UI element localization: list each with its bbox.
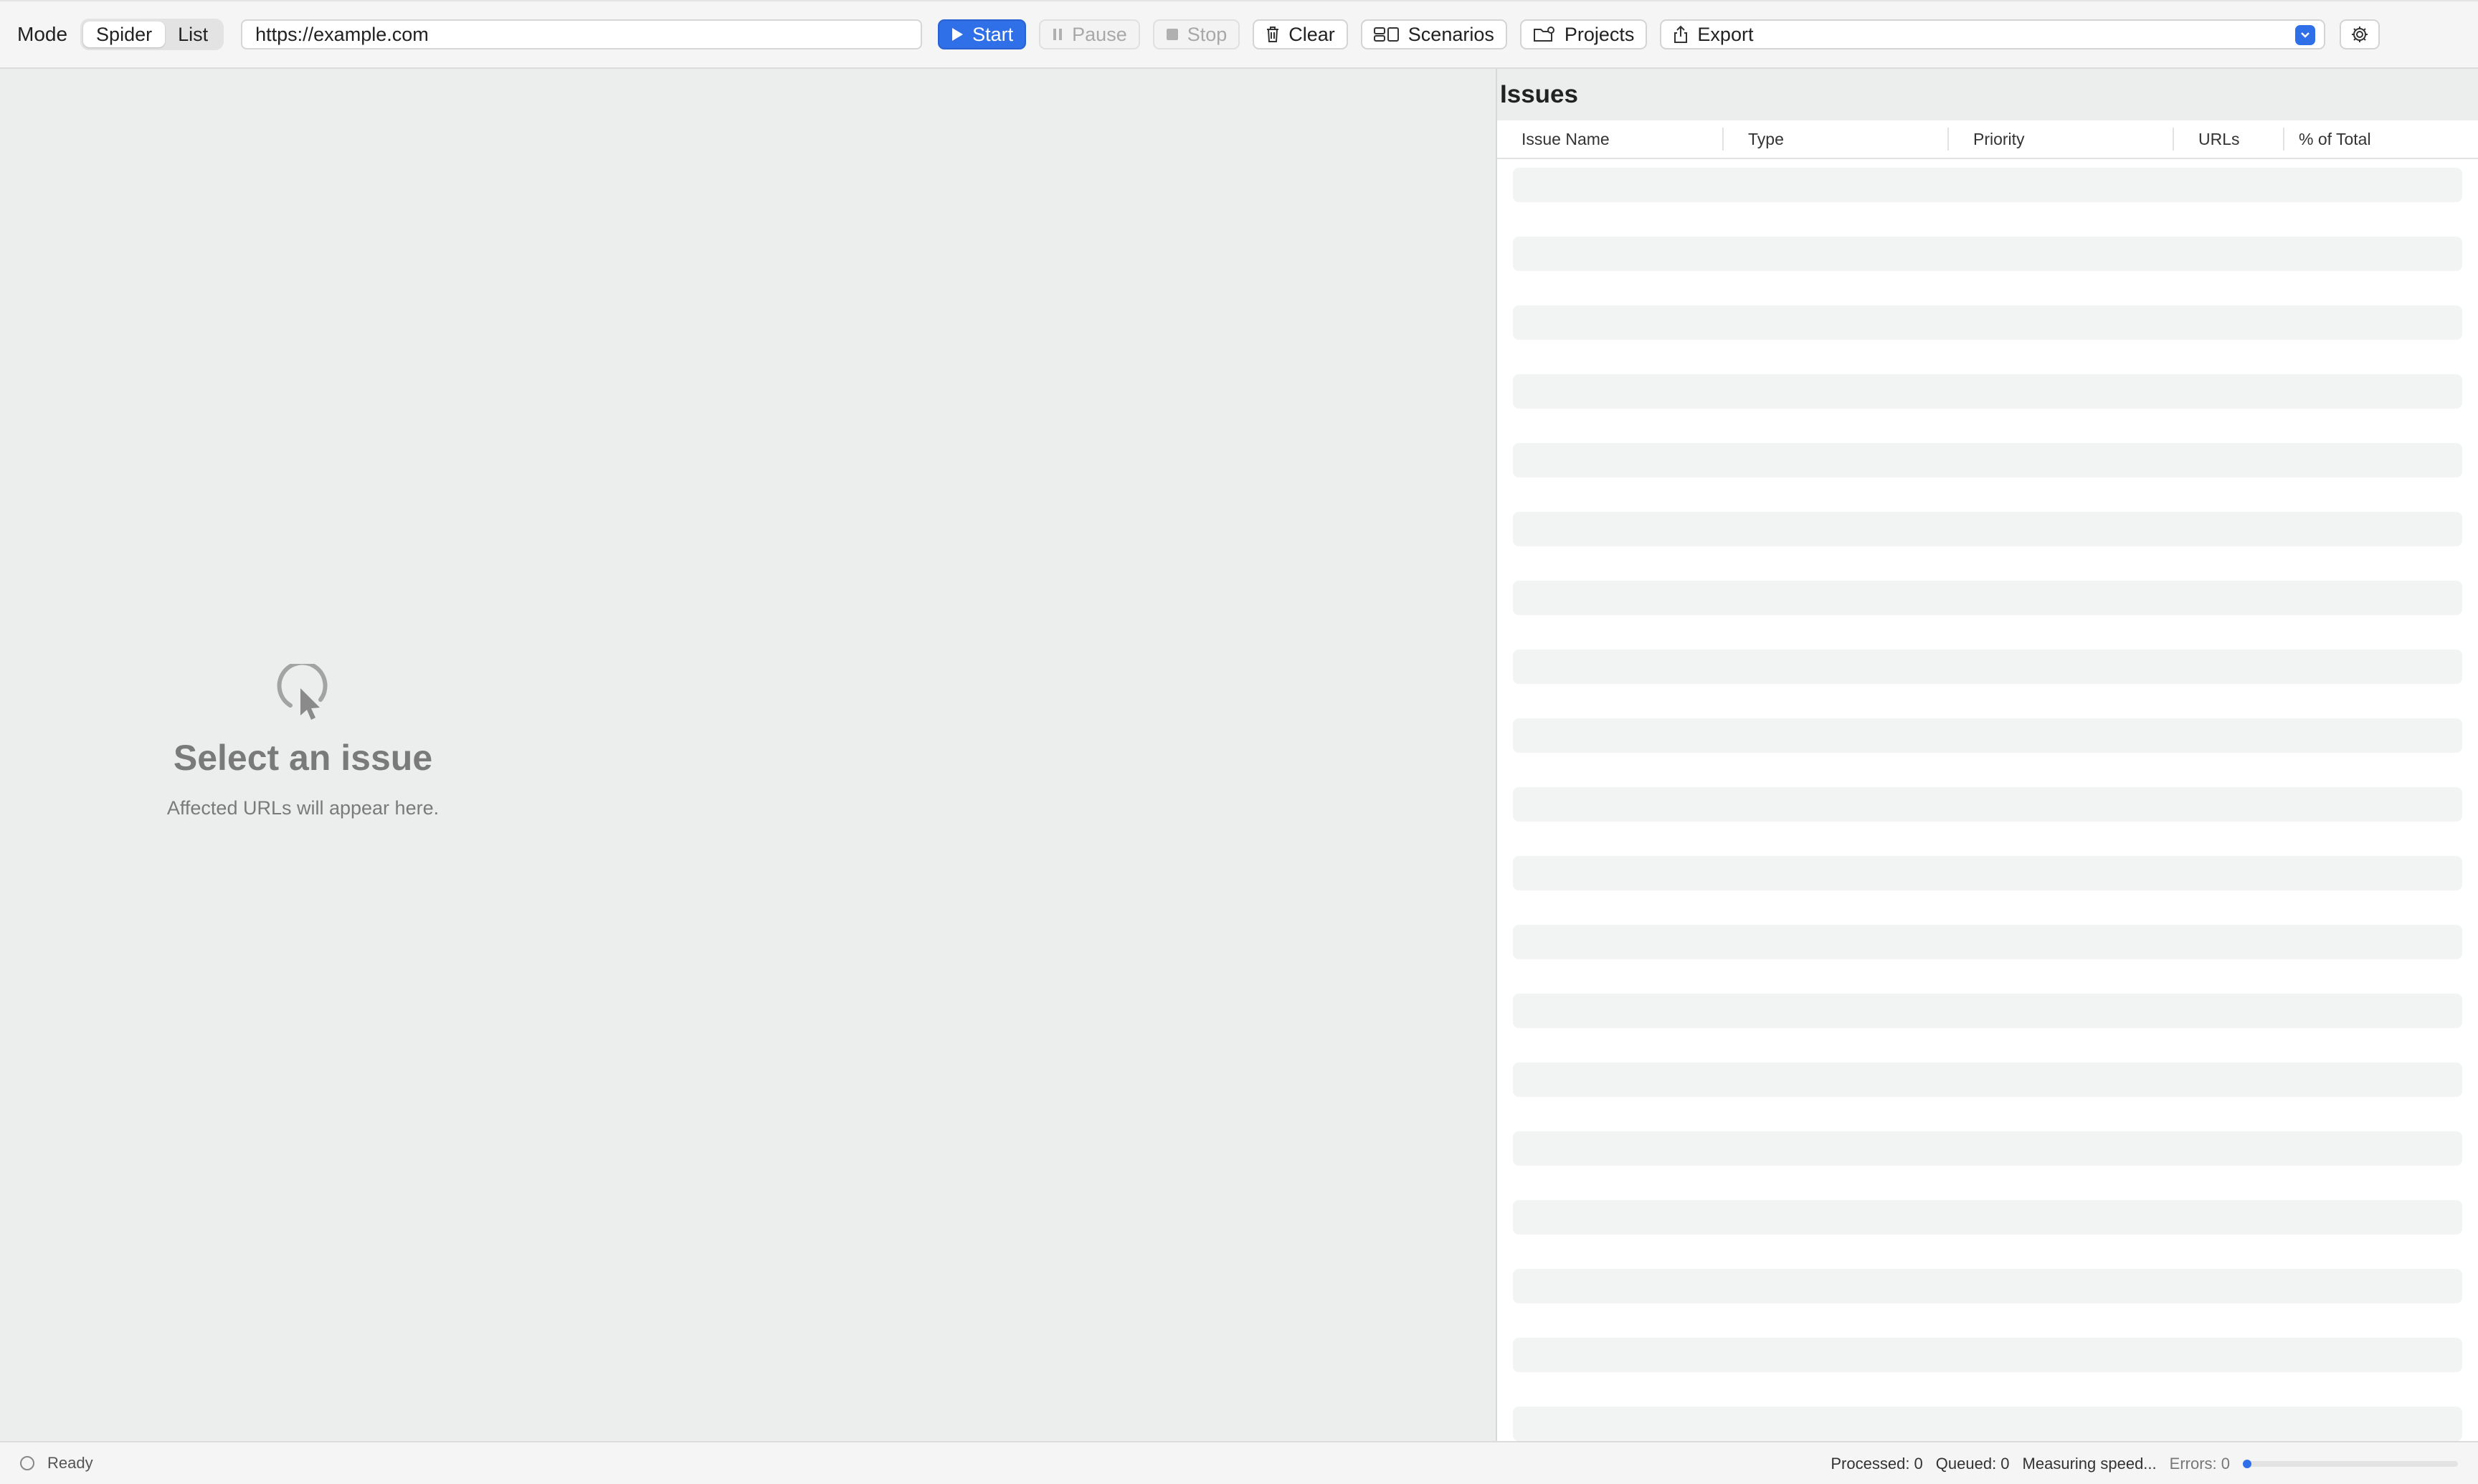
trash-icon (1266, 26, 1280, 43)
column-header-urls[interactable]: URLs (2174, 128, 2284, 151)
column-header-type[interactable]: Type (1724, 128, 1949, 151)
processed-count: Processed: 0 (1831, 1455, 1923, 1473)
crawl-progress-bar (2243, 1460, 2458, 1468)
stop-button[interactable]: Stop (1152, 19, 1240, 49)
skeleton-row (1513, 374, 2462, 409)
scenarios-label: Scenarios (1407, 23, 1494, 45)
export-button[interactable]: Export (1660, 19, 2326, 49)
skeleton-row (1513, 718, 2462, 753)
issues-table-header: Issue Name Type Priority URLs % of Total (1497, 120, 2478, 159)
pause-button[interactable]: Pause (1039, 19, 1140, 49)
issues-pane: Issues Issue Name Type Priority URLs % o… (1496, 69, 2478, 1441)
projects-label: Projects (1564, 23, 1635, 45)
scenarios-icon (1373, 27, 1400, 42)
scenarios-button[interactable]: Scenarios (1360, 19, 1507, 49)
play-icon (951, 27, 964, 42)
skeleton-row (1513, 1338, 2462, 1372)
pause-icon (1052, 27, 1063, 42)
export-dropdown-chevron[interactable] (2295, 25, 2316, 45)
status-indicator-icon (20, 1456, 34, 1470)
empty-state-subtitle: Affected URLs will appear here. (166, 797, 440, 819)
errors-count: Errors: 0 (2169, 1455, 2230, 1473)
empty-state-title: Select an issue (173, 738, 433, 778)
skeleton-row (1513, 305, 2462, 340)
skeleton-row (1513, 1062, 2462, 1097)
export-label: Export (1697, 23, 1754, 45)
stop-label: Stop (1187, 23, 1228, 45)
pause-label: Pause (1072, 23, 1127, 45)
mode-list-button[interactable]: List (165, 22, 221, 47)
queued-count: Queued: 0 (1935, 1455, 2010, 1473)
column-header-issue-name[interactable]: Issue Name (1497, 128, 1724, 151)
folder-icon (1533, 26, 1556, 43)
issues-title: Issues (1497, 69, 2478, 120)
skeleton-row (1513, 168, 2462, 202)
start-label: Start (972, 23, 1014, 45)
skeleton-row (1513, 581, 2462, 615)
status-bar: Ready Processed: 0 Queued: 0 Measuring s… (0, 1441, 2478, 1484)
skeleton-row (1513, 925, 2462, 959)
skeleton-row (1513, 856, 2462, 890)
mode-segmented-control: Spider List (80, 19, 224, 50)
projects-button[interactable]: Projects (1519, 19, 1648, 49)
stop-icon (1166, 28, 1179, 41)
skeleton-row (1513, 1269, 2462, 1303)
skeleton-row (1513, 443, 2462, 477)
share-icon (1673, 25, 1689, 44)
column-header-priority[interactable]: Priority (1949, 128, 2174, 151)
start-button[interactable]: Start (938, 19, 1027, 49)
skeleton-row (1513, 1200, 2462, 1235)
gear-icon (2350, 25, 2369, 44)
url-input[interactable] (241, 19, 923, 49)
crawl-speed: Measuring speed... (2022, 1455, 2157, 1473)
skeleton-row (1513, 1407, 2462, 1441)
column-header-percent-of-total[interactable]: % of Total (2284, 128, 2475, 151)
affected-urls-pane: Select an issue Affected URLs will appea… (0, 69, 1496, 1441)
skeleton-row (1513, 1131, 2462, 1166)
skeleton-row (1513, 994, 2462, 1028)
settings-button[interactable] (2340, 19, 2380, 49)
skeleton-row (1513, 650, 2462, 684)
cursor-click-icon (275, 664, 332, 721)
status-text: Ready (47, 1454, 93, 1472)
skeleton-row (1513, 787, 2462, 822)
mode-spider-button[interactable]: Spider (83, 22, 166, 47)
crawl-stats: Processed: 0 Queued: 0 Measuring speed..… (1818, 1442, 2458, 1484)
clear-button[interactable]: Clear (1253, 19, 1348, 49)
mode-label: Mode (17, 23, 68, 45)
crawl-progress-fill (2243, 1460, 2251, 1468)
skeleton-row (1513, 237, 2462, 271)
toolbar: Mode Spider List Start Pause Stop Clear … (0, 0, 2478, 69)
empty-state: Select an issue Affected URLs will appea… (93, 664, 513, 819)
issues-table-body (1497, 159, 2478, 1441)
chevron-down-icon (2300, 32, 2310, 39)
skeleton-row (1513, 512, 2462, 546)
clear-label: Clear (1288, 23, 1335, 45)
